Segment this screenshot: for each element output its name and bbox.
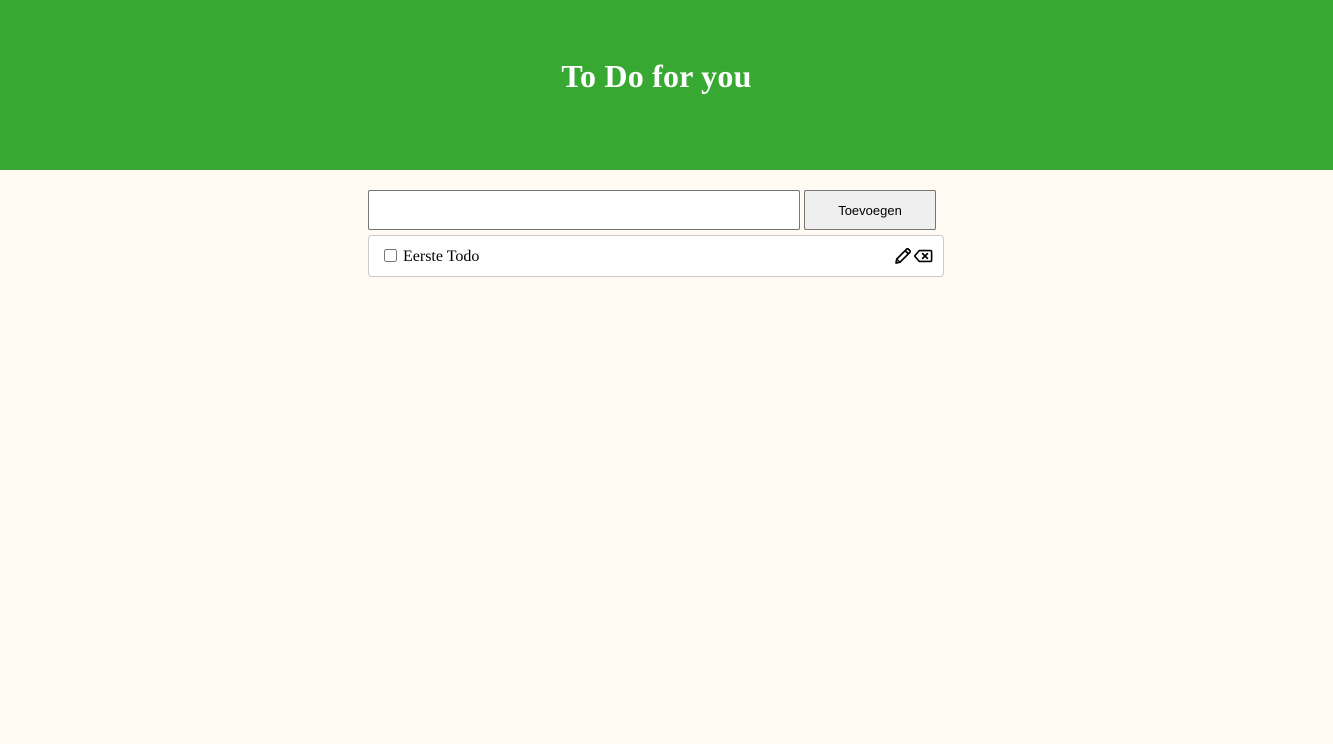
- todo-input[interactable]: [368, 190, 800, 230]
- add-todo-button[interactable]: Toevoegen: [804, 190, 936, 230]
- backspace-delete-icon[interactable]: [913, 246, 933, 266]
- todo-text: Eerste Todo: [403, 248, 480, 265]
- page-header: To Do for you: [0, 0, 1333, 170]
- todo-item: Eerste Todo: [368, 235, 944, 277]
- page-title: To Do for you: [561, 58, 752, 94]
- pencil-icon[interactable]: [893, 246, 913, 266]
- todo-checkbox[interactable]: [384, 249, 397, 262]
